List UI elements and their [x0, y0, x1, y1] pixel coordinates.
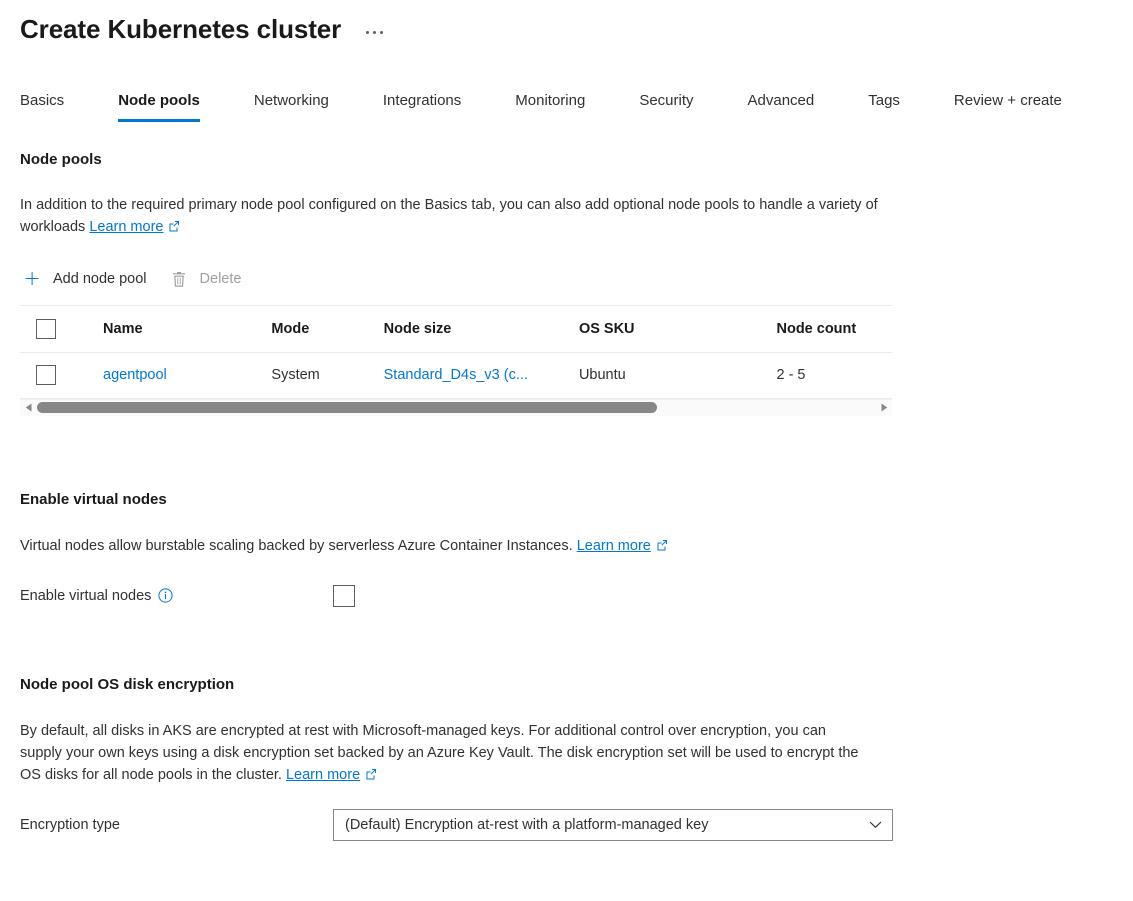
virtual-nodes-learn-more-link[interactable]: Learn more	[577, 538, 651, 554]
enable-virtual-nodes-label-group: Enable virtual nodes	[20, 588, 333, 604]
external-link-icon	[365, 765, 377, 787]
wizard-tab-bar: Basics Node pools Networking Integration…	[0, 74, 1133, 122]
tab-review-create[interactable]: Review + create	[954, 91, 1062, 122]
scrollbar-thumb[interactable]	[37, 402, 658, 413]
node-pools-description: In addition to the required primary node…	[20, 194, 892, 239]
plus-icon	[22, 269, 42, 289]
encryption-type-value: (Default) Encryption at-rest with a plat…	[345, 816, 709, 833]
tab-advanced[interactable]: Advanced	[748, 91, 815, 122]
disk-encryption-description-text: By default, all disks in AKS are encrypt…	[20, 722, 859, 783]
add-node-pool-button[interactable]: Add node pool	[20, 265, 153, 293]
node-pools-learn-more-link[interactable]: Learn more	[89, 219, 163, 235]
more-options-icon[interactable]	[363, 27, 386, 38]
cell-node-count: 2 - 5	[776, 352, 892, 399]
column-header-os-sku[interactable]: OS SKU	[578, 306, 777, 353]
cell-os-sku: Ubuntu	[578, 352, 777, 399]
add-node-pool-label: Add node pool	[53, 271, 147, 287]
dot	[373, 30, 377, 34]
trash-icon	[169, 269, 189, 289]
table-header-row: Name Mode Node size OS SKU Node count Av…	[20, 306, 892, 353]
virtual-nodes-description-text: Virtual nodes allow burstable scaling ba…	[20, 537, 573, 554]
column-header-node-size[interactable]: Node size	[383, 306, 579, 353]
scroll-left-arrow-icon[interactable]	[20, 399, 37, 416]
column-header-mode[interactable]: Mode	[271, 306, 384, 353]
delete-label: Delete	[199, 271, 242, 287]
select-all-cell	[20, 306, 104, 353]
tab-integrations[interactable]: Integrations	[383, 91, 461, 122]
page-header: Create Kubernetes cluster	[0, 0, 1133, 52]
virtual-nodes-description: Virtual nodes allow burstable scaling ba…	[20, 535, 892, 558]
disk-encryption-description: By default, all disks in AKS are encrypt…	[20, 720, 865, 787]
scrollbar-track[interactable]	[37, 399, 875, 416]
encryption-type-dropdown[interactable]: (Default) Encryption at-rest with a plat…	[333, 808, 893, 841]
tab-networking[interactable]: Networking	[254, 91, 329, 122]
encryption-type-label: Encryption type	[20, 816, 120, 833]
virtual-nodes-heading: Enable virtual nodes	[20, 490, 167, 508]
cell-name: agentpool	[103, 352, 272, 399]
page-title: Create Kubernetes cluster	[20, 14, 342, 44]
node-pools-command-bar: Add node pool Delete	[20, 261, 1133, 297]
node-pool-name-link[interactable]: agentpool	[103, 367, 167, 383]
node-pools-table: Name Mode Node size OS SKU Node count Av…	[20, 305, 892, 399]
dot	[380, 30, 384, 34]
disk-encryption-learn-more-link[interactable]: Learn more	[286, 767, 360, 783]
disk-encryption-heading: Node pool OS disk encryption	[20, 675, 235, 693]
main-content: Node pools In addition to the required p…	[0, 150, 1133, 841]
table-row[interactable]: agentpool System Standard_D4s_v3 (c... U…	[20, 352, 892, 399]
tab-monitoring[interactable]: Monitoring	[515, 91, 585, 122]
node-size-link[interactable]: Standard_D4s_v3 (c...	[384, 367, 528, 383]
enable-virtual-nodes-row: Enable virtual nodes	[20, 580, 1133, 612]
chevron-down-icon	[869, 817, 882, 833]
enable-virtual-nodes-checkbox[interactable]	[333, 584, 355, 607]
encryption-type-row: Encryption type (Default) Encryption at-…	[20, 808, 1133, 841]
column-header-node-count[interactable]: Node count	[776, 306, 892, 353]
enable-virtual-nodes-label: Enable virtual nodes	[20, 587, 152, 604]
info-icon[interactable]	[158, 588, 174, 603]
row-checkbox[interactable]	[36, 365, 56, 385]
column-header-name[interactable]: Name	[103, 306, 272, 353]
row-select-cell	[20, 352, 104, 399]
scroll-right-arrow-icon[interactable]	[875, 399, 892, 416]
cell-mode: System	[271, 352, 384, 399]
dot	[366, 30, 370, 34]
table-horizontal-scrollbar[interactable]	[20, 398, 892, 416]
node-pools-heading: Node pools	[20, 151, 102, 168]
external-link-icon	[656, 536, 668, 558]
cell-node-size: Standard_D4s_v3 (c...	[383, 352, 579, 399]
select-all-checkbox[interactable]	[36, 318, 56, 339]
tab-security[interactable]: Security	[639, 91, 693, 122]
tab-basics[interactable]: Basics	[20, 91, 64, 122]
delete-node-pool-button[interactable]: Delete	[167, 265, 248, 293]
external-link-icon	[168, 217, 180, 239]
tab-node-pools[interactable]: Node pools	[118, 91, 200, 122]
tab-tags[interactable]: Tags	[868, 91, 900, 122]
